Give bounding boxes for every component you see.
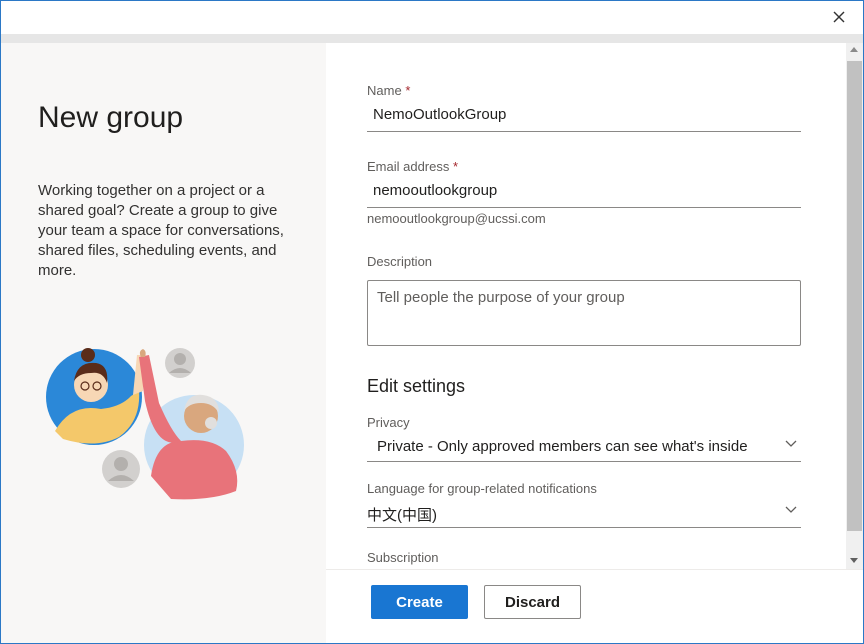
required-mark: * (405, 83, 411, 98)
description-label: Description (367, 254, 433, 269)
chevron-down-icon (785, 506, 797, 513)
form-pane: Name * NemoOutlookGroup Email address * … (326, 43, 846, 569)
name-input-value: NemoOutlookGroup (373, 106, 507, 123)
close-button[interactable] (829, 7, 849, 27)
required-mark: * (453, 159, 459, 174)
language-value: 中文(中国) (367, 507, 437, 524)
discard-button[interactable]: Discard (484, 585, 581, 619)
scroll-down-icon[interactable] (850, 558, 858, 563)
email-address-preview: nemooutlookgroup@ucssi.com (367, 211, 546, 226)
privacy-value: Private - Only approved members can see … (377, 438, 748, 455)
email-label: Email address * (367, 159, 458, 174)
email-label-text: Email address (367, 159, 450, 174)
language-dropdown[interactable]: 中文(中国) (367, 498, 801, 528)
subscription-label: Subscription (367, 550, 439, 565)
header-strip (1, 34, 863, 43)
privacy-label: Privacy (367, 415, 410, 430)
title-bar (1, 1, 863, 34)
name-input[interactable]: NemoOutlookGroup (367, 98, 801, 132)
create-button[interactable]: Create (371, 585, 468, 619)
close-icon (833, 11, 845, 23)
scroll-up-icon[interactable] (850, 47, 858, 52)
left-pane: New group Working together on a project … (1, 43, 326, 643)
vertical-scrollbar[interactable] (846, 43, 863, 569)
page-title: New group (38, 101, 184, 134)
group-illustration (46, 348, 244, 500)
chevron-down-icon (785, 440, 797, 447)
edit-settings-heading: Edit settings (367, 376, 466, 396)
privacy-dropdown[interactable]: Private - Only approved members can see … (367, 432, 801, 462)
name-label: Name * (367, 83, 410, 98)
description-placeholder: Tell people the purpose of your group (377, 289, 625, 306)
email-input-value: nemooutlookgroup (373, 182, 498, 199)
dialog-footer: Create Discard (326, 569, 863, 643)
scroll-thumb[interactable] (847, 61, 862, 531)
name-label-text: Name (367, 83, 402, 98)
new-group-dialog: New group Working together on a project … (0, 0, 864, 644)
page-description: Working together on a project or a share… (38, 182, 284, 279)
description-input[interactable]: Tell people the purpose of your group (367, 280, 801, 346)
language-label: Language for group-related notifications (367, 481, 597, 496)
email-input[interactable]: nemooutlookgroup (367, 174, 801, 208)
